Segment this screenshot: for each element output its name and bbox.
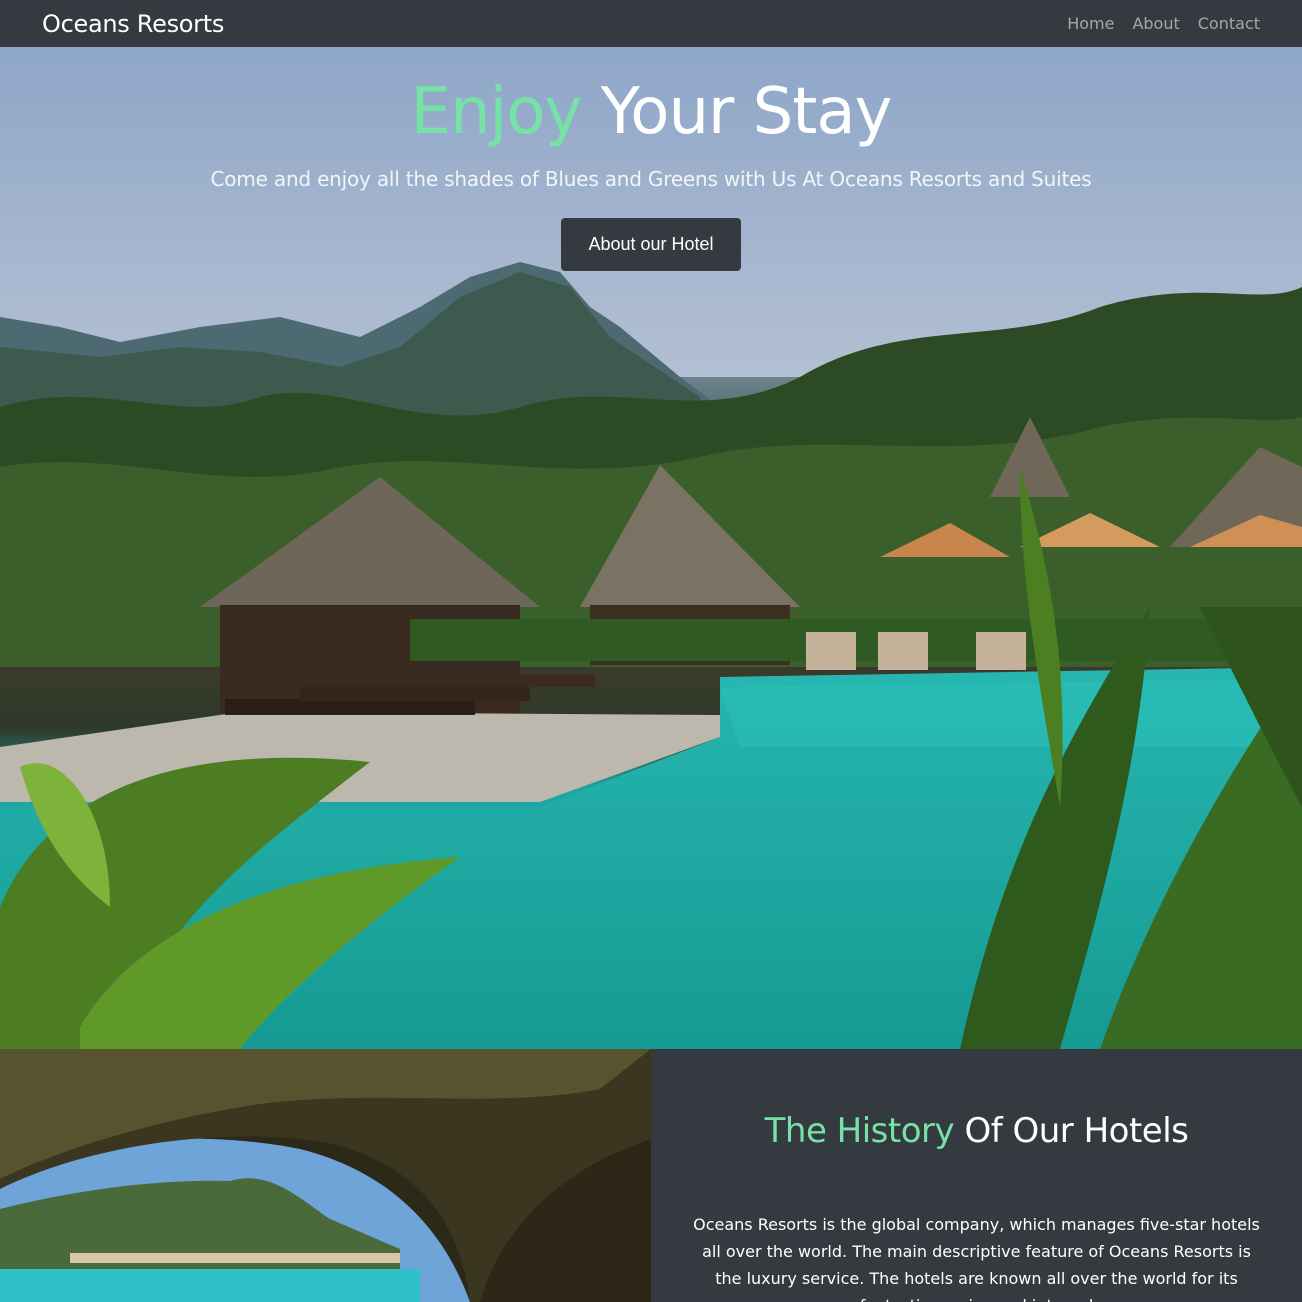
brand-logo[interactable]: Oceans Resorts — [42, 10, 224, 38]
navbar: Oceans Resorts Home About Contact — [0, 0, 1302, 47]
nav-links: Home About Contact — [1067, 14, 1260, 33]
nav-about-link[interactable]: About — [1132, 14, 1179, 33]
hero-subtitle: Come and enjoy all the shades of Blues a… — [210, 167, 1092, 191]
history-body: Oceans Resorts is the global company, wh… — [693, 1215, 1260, 1302]
history-title-rest: Of Our Hotels — [964, 1111, 1189, 1151]
hero-title: Enjoy Your Stay — [0, 75, 1302, 149]
hero-content: Enjoy Your Stay Come and enjoy all the s… — [0, 47, 1302, 271]
history-title: The History Of Our Hotels — [691, 1111, 1262, 1151]
history-text-panel: The History Of Our Hotels Oceans Resorts… — [651, 1049, 1302, 1302]
nav-contact-link[interactable]: Contact — [1198, 14, 1260, 33]
overwater-bungalows-image — [0, 1049, 651, 1302]
hero-section: Enjoy Your Stay Come and enjoy all the s… — [0, 47, 1302, 1049]
hero-title-accent: Enjoy — [410, 75, 583, 149]
history-image — [0, 1049, 651, 1302]
history-title-accent: The History — [764, 1111, 955, 1151]
nav-home-link[interactable]: Home — [1067, 14, 1114, 33]
history-section: The History Of Our Hotels Oceans Resorts… — [0, 1049, 1302, 1302]
about-hotel-button[interactable]: About our Hotel — [561, 218, 741, 271]
hero-title-rest: Your Stay — [600, 75, 893, 149]
